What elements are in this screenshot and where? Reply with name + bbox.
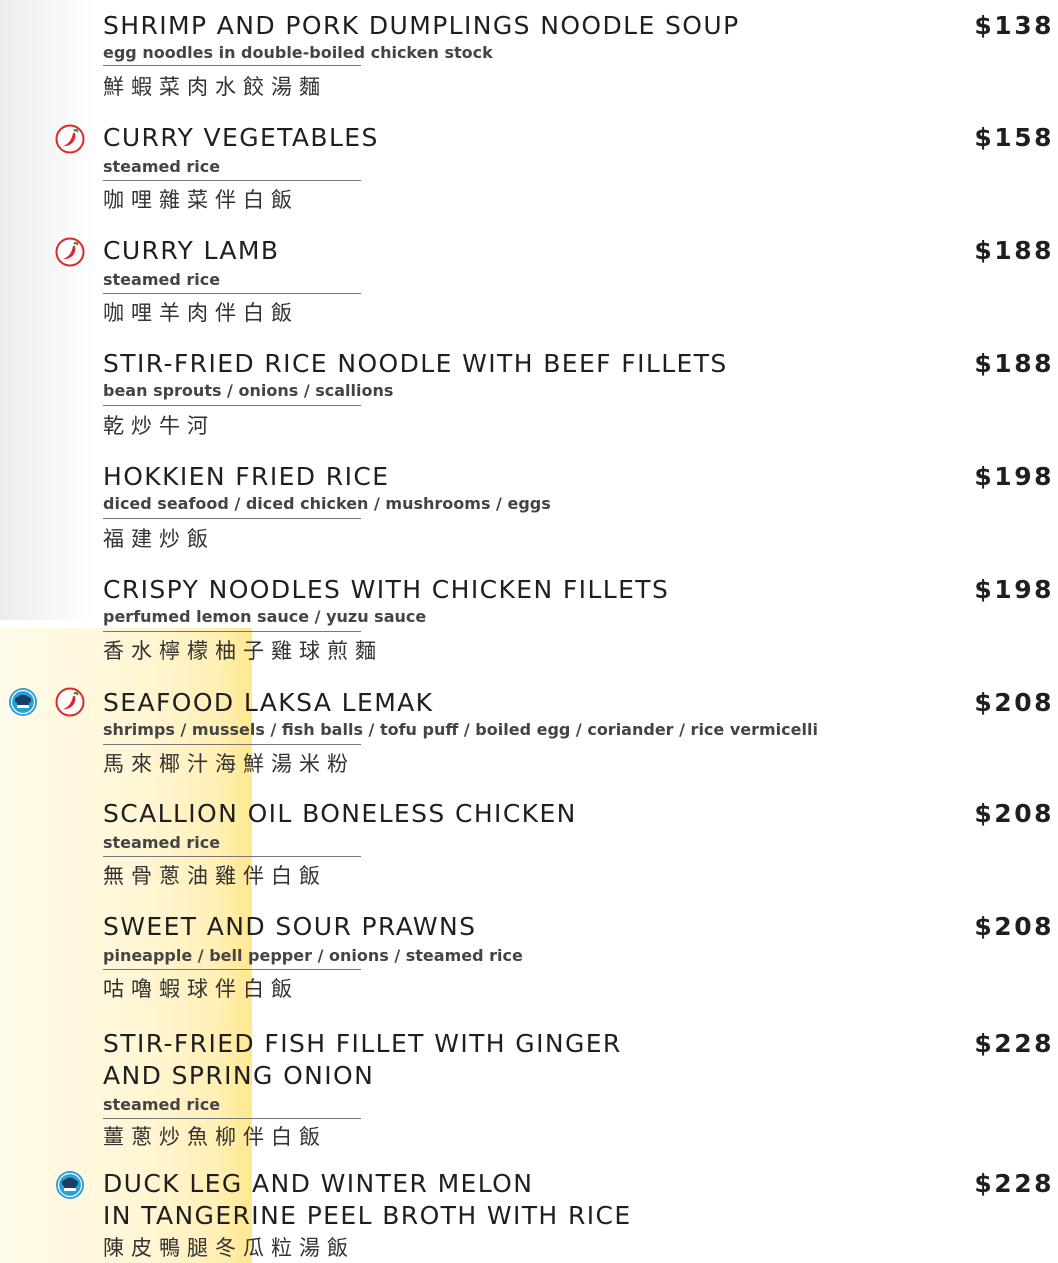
item-description: shrimps / mussels / fish balls / tofu pu…	[103, 720, 818, 739]
item-title: STIR-FRIED RICE NOODLE WITH BEEF FILLETS	[103, 349, 728, 378]
item-title: SHRIMP AND PORK DUMPLINGS NOODLE SOUP	[103, 11, 740, 40]
item-chinese-name: 咖哩羊肉伴白飯	[103, 301, 299, 325]
page-edge-shade	[0, 0, 95, 620]
item-price: $228	[974, 1029, 1054, 1058]
item-description: egg noodles in double-boiled chicken sto…	[103, 43, 493, 62]
item-description: steamed rice	[103, 833, 221, 852]
divider	[103, 405, 361, 406]
item-price: $158	[974, 123, 1054, 152]
item-description: steamed rice	[103, 157, 221, 176]
divider	[103, 744, 361, 745]
item-price: $198	[974, 575, 1054, 604]
item-title-line1: DUCK LEG AND WINTER MELON	[103, 1169, 534, 1198]
item-chinese-name: 福建炒飯	[103, 527, 215, 551]
item-title: SCALLION OIL BONELESS CHICKEN	[103, 799, 577, 828]
chili-icon	[55, 687, 85, 717]
divider	[103, 65, 361, 66]
item-chinese-name: 乾炒牛河	[103, 414, 215, 438]
item-price: $188	[974, 349, 1054, 378]
item-price: $198	[974, 462, 1054, 491]
item-description: pineapple / bell pepper / onions / steam…	[103, 946, 523, 965]
item-price: $208	[974, 912, 1054, 941]
item-price: $208	[974, 688, 1054, 717]
divider	[103, 856, 361, 857]
item-title-line1: STIR-FRIED FISH FILLET WITH GINGER	[103, 1029, 622, 1058]
item-chinese-name: 香水檸檬柚子雞球煎麵	[103, 639, 383, 663]
item-title: SWEET AND SOUR PRAWNS	[103, 912, 477, 941]
item-description: diced seafood / diced chicken / mushroom…	[103, 494, 551, 513]
divider	[103, 180, 361, 181]
divider	[103, 1118, 361, 1119]
item-chinese-name: 咕嚕蝦球伴白飯	[103, 977, 299, 1001]
item-title: SEAFOOD LAKSA LEMAK	[103, 688, 434, 717]
chef-hat-icon	[9, 688, 37, 716]
item-title-line2: AND SPRING ONION	[103, 1061, 375, 1090]
item-title: CURRY VEGETABLES	[103, 123, 379, 152]
item-title-line2: IN TANGERINE PEEL BROTH WITH RICE	[103, 1201, 632, 1230]
item-chinese-name: 薑蔥炒魚柳伴白飯	[103, 1125, 327, 1149]
item-title: HOKKIEN FRIED RICE	[103, 462, 390, 491]
divider	[103, 293, 361, 294]
chili-icon	[55, 237, 85, 267]
item-price: $188	[974, 236, 1054, 265]
item-title: CURRY LAMB	[103, 236, 280, 265]
item-chinese-name: 馬來椰汁海鮮湯米粉	[103, 752, 355, 776]
item-chinese-name: 鮮蝦菜肉水餃湯麵	[103, 75, 327, 99]
chili-icon	[55, 124, 85, 154]
item-title: CRISPY NOODLES WITH CHICKEN FILLETS	[103, 575, 670, 604]
item-chinese-name: 無骨蔥油雞伴白飯	[103, 864, 327, 888]
item-description: steamed rice	[103, 1095, 221, 1114]
chef-hat-icon	[56, 1171, 84, 1199]
item-description: steamed rice	[103, 270, 221, 289]
item-price: $228	[974, 1169, 1054, 1198]
item-description: perfumed lemon sauce / yuzu sauce	[103, 607, 427, 626]
divider	[103, 969, 361, 970]
item-price: $138	[974, 11, 1054, 40]
item-chinese-name: 陳皮鴨腿冬瓜粒湯飯	[103, 1236, 355, 1260]
item-price: $208	[974, 799, 1054, 828]
item-description: bean sprouts / onions / scallions	[103, 381, 394, 400]
item-chinese-name: 咖哩雜菜伴白飯	[103, 188, 299, 212]
divider	[103, 518, 361, 519]
divider	[103, 631, 361, 632]
